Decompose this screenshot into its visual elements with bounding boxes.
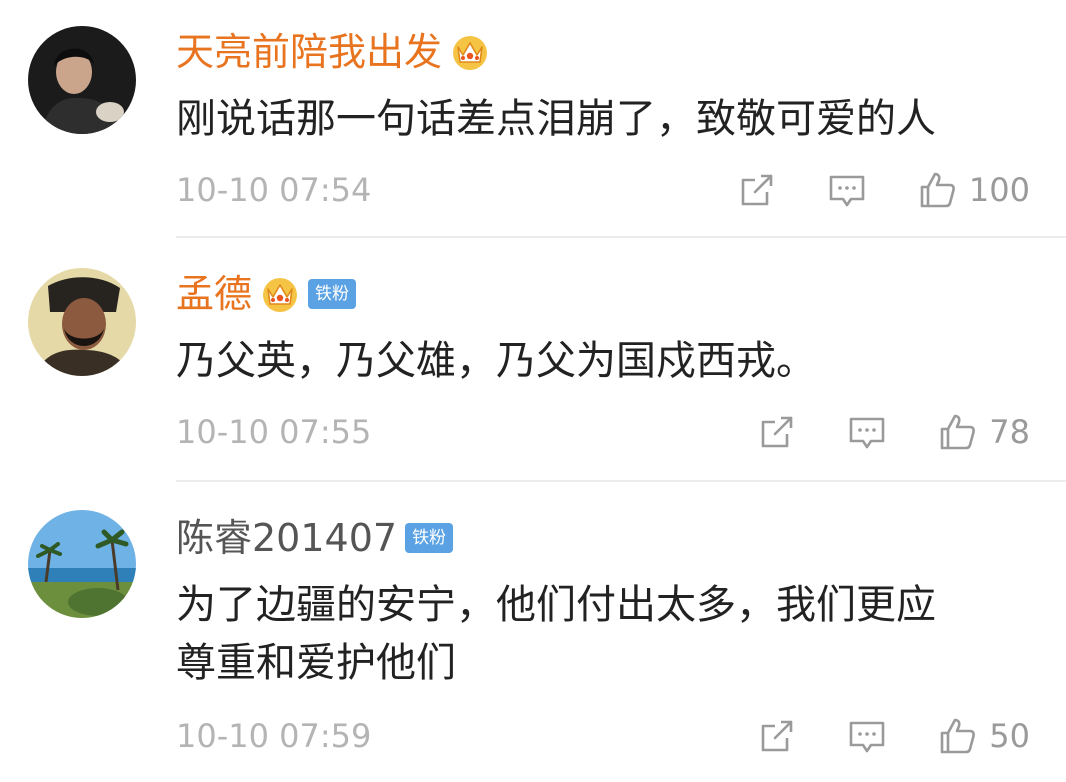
avatar[interactable] [28, 26, 136, 134]
share-icon[interactable] [735, 168, 779, 212]
comment-text: 为了边疆的安宁，他们付出太多，我们更应 尊重和爱护他们 [176, 582, 936, 686]
like-icon[interactable] [935, 714, 979, 758]
comment-item: 天亮前陪我出发 刚说话那一句话差点泪崩了，致敬可爱的人 10-10 07:54 … [0, 0, 1066, 238]
action-bar: 78 [755, 408, 1030, 456]
crown-icon [450, 32, 490, 72]
like-icon[interactable] [915, 168, 959, 212]
like-icon[interactable] [935, 410, 979, 454]
like-count[interactable]: 78 [989, 408, 1030, 456]
username[interactable]: 孟德 [176, 268, 252, 320]
like-count[interactable]: 50 [989, 712, 1030, 760]
avatar[interactable] [28, 510, 136, 618]
username-row: 陈睿201407 铁粉 [176, 512, 454, 564]
action-bar: 50 [755, 712, 1030, 760]
comment-text: 刚说话那一句话差点泪崩了，致敬可爱的人 [176, 96, 936, 142]
username[interactable]: 陈睿201407 [176, 512, 397, 564]
comment-icon[interactable] [845, 714, 889, 758]
crown-icon [260, 274, 300, 314]
username-row: 天亮前陪我出发 [176, 26, 490, 78]
timestamp: 10-10 07:55 [176, 413, 372, 451]
action-bar: 100 [735, 166, 1030, 214]
share-icon[interactable] [755, 410, 799, 454]
timestamp: 10-10 07:59 [176, 717, 372, 755]
share-icon[interactable] [755, 714, 799, 758]
username-row: 孟德 铁粉 [176, 268, 357, 320]
fan-badge: 铁粉 [405, 523, 454, 553]
divider [176, 480, 1066, 482]
username[interactable]: 天亮前陪我出发 [176, 26, 442, 78]
fan-badge: 铁粉 [308, 279, 357, 309]
comment-icon[interactable] [825, 168, 869, 212]
timestamp: 10-10 07:54 [176, 171, 372, 209]
like-count[interactable]: 100 [969, 166, 1030, 214]
comment-icon[interactable] [845, 410, 889, 454]
avatar[interactable] [28, 268, 136, 376]
comment-text: 乃父英，乃父雄，乃父为国戍西戎。 [176, 338, 816, 384]
